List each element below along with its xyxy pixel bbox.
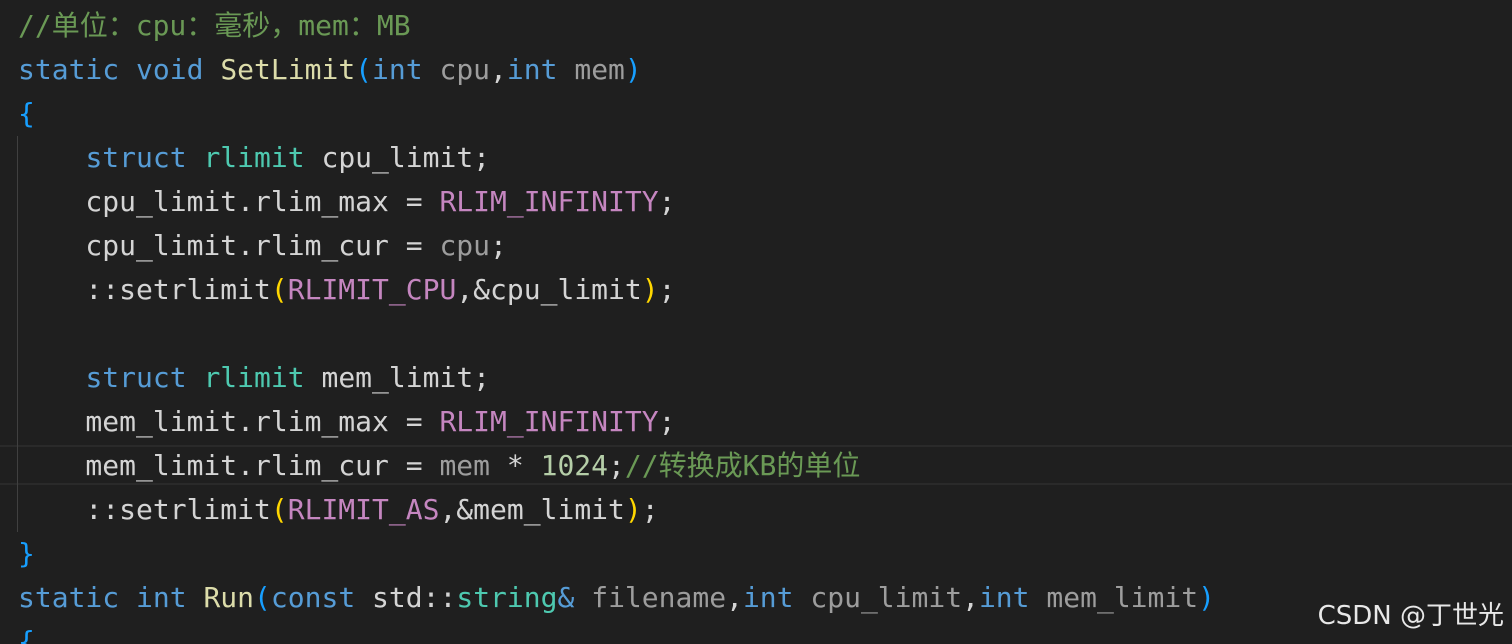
code-line[interactable]: cpu_limit.rlim_max = RLIM_INFINITY; [18,180,675,224]
code-token: , [962,581,979,614]
code-token: RLIM_INFINITY [439,185,659,218]
code-token: } [18,537,35,570]
code-token: ; [658,405,676,438]
code-token: int [506,53,558,86]
code-line[interactable]: } [18,532,35,576]
code-token: mem_limit; [304,361,491,394]
code-token: cpu [439,53,491,86]
code-token: ; [658,185,676,218]
code-token: rlimit [203,361,305,394]
code-token: cpu_limit.rlim_max = [18,185,440,218]
code-token: ,&cpu_limit [456,273,642,306]
code-line[interactable]: static void SetLimit(int cpu,int mem) [18,48,642,92]
code-token: std:: [355,581,457,614]
code-token: ( [355,53,373,86]
code-token: rlimit [203,141,305,174]
code-token: int [742,581,794,614]
code-token: ( [254,581,271,614]
code-token: ) [1198,581,1215,614]
code-token: 1024 [540,449,609,482]
code-line[interactable]: struct rlimit cpu_limit; [18,136,490,180]
code-token: //单位：cpu：毫秒，mem：MB [18,9,411,42]
code-line[interactable]: { [18,92,35,136]
code-token: { [18,97,35,130]
code-token: cpu_limit [810,581,963,614]
code-token: Run [203,581,255,614]
code-token: , [726,581,743,614]
code-token: string [456,581,558,614]
code-line[interactable]: mem_limit.rlim_max = RLIM_INFINITY; [18,400,675,444]
code-line[interactable]: struct rlimit mem_limit; [18,356,490,400]
code-editor[interactable]: //单位：cpu：毫秒，mem：MB static void SetLimit(i… [0,0,1512,644]
code-token: const [270,581,356,614]
code-token: SetLimit [220,53,356,86]
code-token: ) [624,493,642,526]
code-line[interactable]: ::setrlimit(RLIMIT_CPU,&cpu_limit); [18,268,675,312]
code-token: * [490,449,541,482]
code-token: int [136,581,187,614]
code-token: { [18,625,35,644]
code-token: & [557,581,575,614]
code-token: int [978,581,1030,614]
code-line[interactable]: mem_limit.rlim_cur = mem * 1024;//转换成KB的… [18,444,860,488]
code-token: ) [624,53,642,86]
code-token: ( [270,273,288,306]
code-token: filename [591,581,727,614]
code-line[interactable]: //单位：cpu：毫秒，mem：MB [18,4,411,48]
code-line[interactable]: { [18,620,35,644]
code-token: ,&mem_limit [439,493,625,526]
code-token: RLIMIT_CPU [287,273,457,306]
code-token: struct [85,361,187,394]
code-token: cpu_limit; [304,141,491,174]
code-token: ; [490,229,507,262]
code-token: //转换成KB的单位 [624,449,861,482]
code-token: void [136,53,204,86]
code-token: mem_limit.rlim_cur = [18,449,440,482]
code-token: mem [439,449,491,482]
code-line[interactable]: static int Run(const std::string& filena… [18,576,1215,620]
code-token: ::setrlimit [18,273,271,306]
code-token: cpu [439,229,491,262]
code-token: ( [270,493,288,526]
code-token: static [18,53,120,86]
code-token: mem_limit [1046,581,1199,614]
code-token: ::setrlimit [18,493,271,526]
code-token: struct [85,141,187,174]
code-token: , [490,53,507,86]
code-token: RLIMIT_AS [287,493,440,526]
code-token: ; [658,273,676,306]
code-line[interactable]: cpu_limit.rlim_cur = cpu; [18,224,507,268]
code-token: RLIM_INFINITY [439,405,659,438]
code-token: ) [641,273,659,306]
code-token: ; [641,493,659,526]
code-line[interactable]: ::setrlimit(RLIMIT_AS,&mem_limit); [18,488,659,532]
code-token: mem_limit.rlim_max = [18,405,440,438]
code-token: ; [608,449,625,482]
code-token: cpu_limit.rlim_cur = [18,229,440,262]
code-token: static [18,581,120,614]
code-token: mem [574,53,625,86]
code-token: int [372,53,423,86]
watermark: CSDN @丁世光 [1317,601,1504,631]
